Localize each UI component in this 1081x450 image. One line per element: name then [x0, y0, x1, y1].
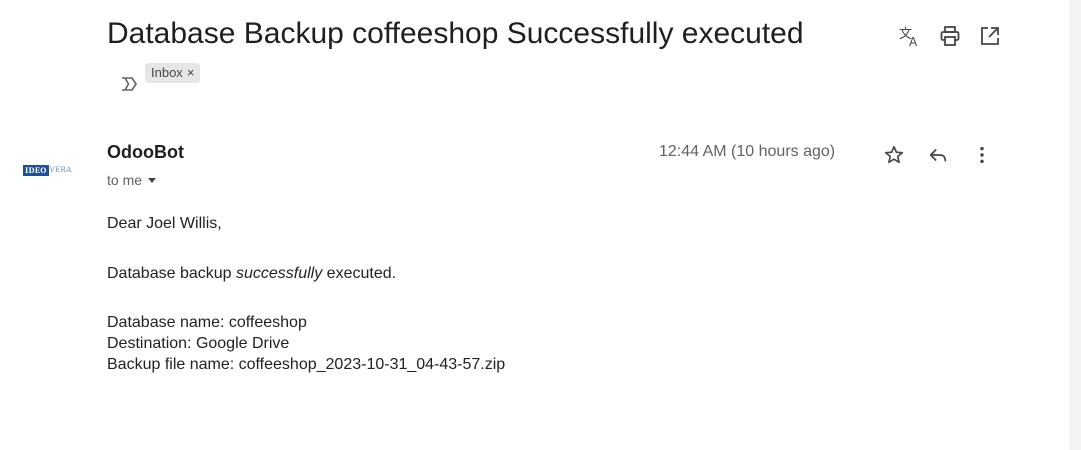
star-icon[interactable] [872, 140, 916, 170]
chevron-down-icon[interactable] [148, 177, 157, 183]
thread-actions: 文A [890, 22, 1010, 50]
inbox-label-chip[interactable]: Inbox × [145, 63, 201, 84]
backup-file-line: Backup file name: coffeeshop_2023-10-31_… [107, 356, 506, 373]
subject-text: Database Backup coffeeshop Successfully … [107, 17, 804, 50]
label-importance-icon[interactable] [119, 65, 139, 91]
status-suffix: executed. [322, 265, 397, 282]
sender-name[interactable]: OdooBot [107, 142, 184, 163]
database-name-line: Database name: coffeeshop [107, 314, 307, 331]
remove-label-icon[interactable]: × [187, 63, 195, 83]
message-timestamp: 12:44 AM (10 hours ago) [659, 143, 836, 160]
avatar-logo-text: VERA [49, 166, 72, 174]
greeting: Dear Joel Willis, [107, 215, 222, 232]
translate-icon[interactable]: 文A [890, 22, 930, 50]
open-in-new-window-icon[interactable] [970, 22, 1010, 50]
svg-text:A: A [909, 35, 918, 48]
recipient-text: to me [107, 172, 143, 188]
status-line: Database backup successfully executed. [107, 263, 505, 284]
scrollbar-track[interactable] [1070, 0, 1081, 450]
reply-icon[interactable] [916, 140, 960, 170]
destination-line: Destination: Google Drive [107, 335, 290, 352]
inbox-label-text: Inbox [151, 65, 183, 81]
avatar-logo-box: IDEO [23, 164, 49, 176]
recipient-details-toggle[interactable]: to me [107, 172, 157, 188]
message-body: Dear Joel Willis, Database backup succes… [107, 213, 505, 375]
print-icon[interactable] [930, 22, 970, 50]
status-prefix: Database backup [107, 265, 236, 282]
message-actions [872, 140, 1004, 170]
sender-avatar: IDEO VERA [23, 163, 81, 177]
more-vert-icon[interactable] [960, 140, 1004, 170]
status-emphasis: successfully [235, 265, 323, 282]
email-subject: Database Backup coffeeshop Successfully … [107, 14, 807, 94]
